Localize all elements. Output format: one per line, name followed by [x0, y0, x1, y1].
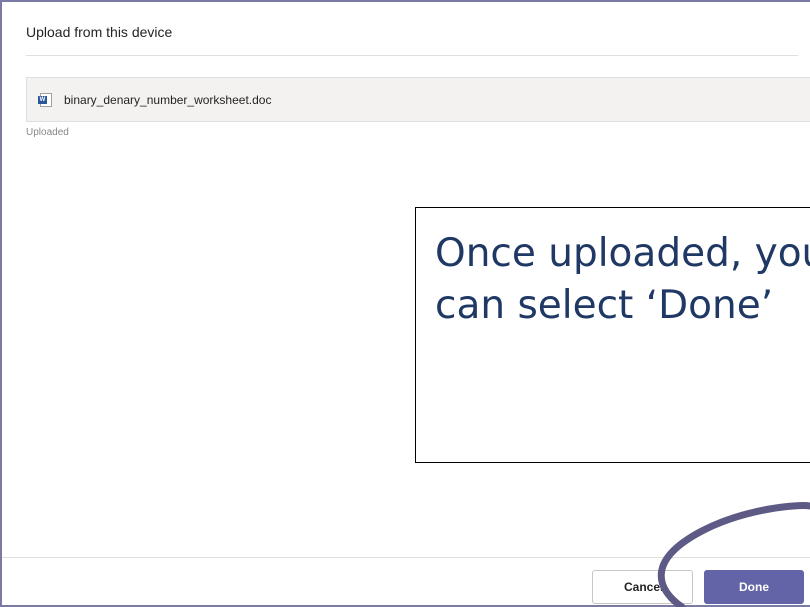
- annotation-callout: Once uploaded, you can select ‘Done’: [415, 207, 810, 463]
- done-button[interactable]: Done: [704, 570, 804, 604]
- upload-status: Uploaded: [26, 127, 69, 138]
- footer-divider: [2, 557, 810, 558]
- word-document-icon: W: [38, 92, 52, 107]
- dialog-title: Upload from this device: [26, 24, 173, 40]
- uploaded-file-row[interactable]: W binary_denary_number_worksheet.doc: [26, 77, 810, 122]
- annotation-text: Once uploaded, you can select ‘Done’: [435, 228, 810, 332]
- file-name: binary_denary_number_worksheet.doc: [64, 92, 272, 107]
- annotation-line-1: Once uploaded, you: [435, 231, 810, 276]
- title-divider: [26, 55, 798, 56]
- cancel-button[interactable]: Cancel: [592, 570, 693, 604]
- annotation-line-2: can select ‘Done’: [435, 283, 774, 328]
